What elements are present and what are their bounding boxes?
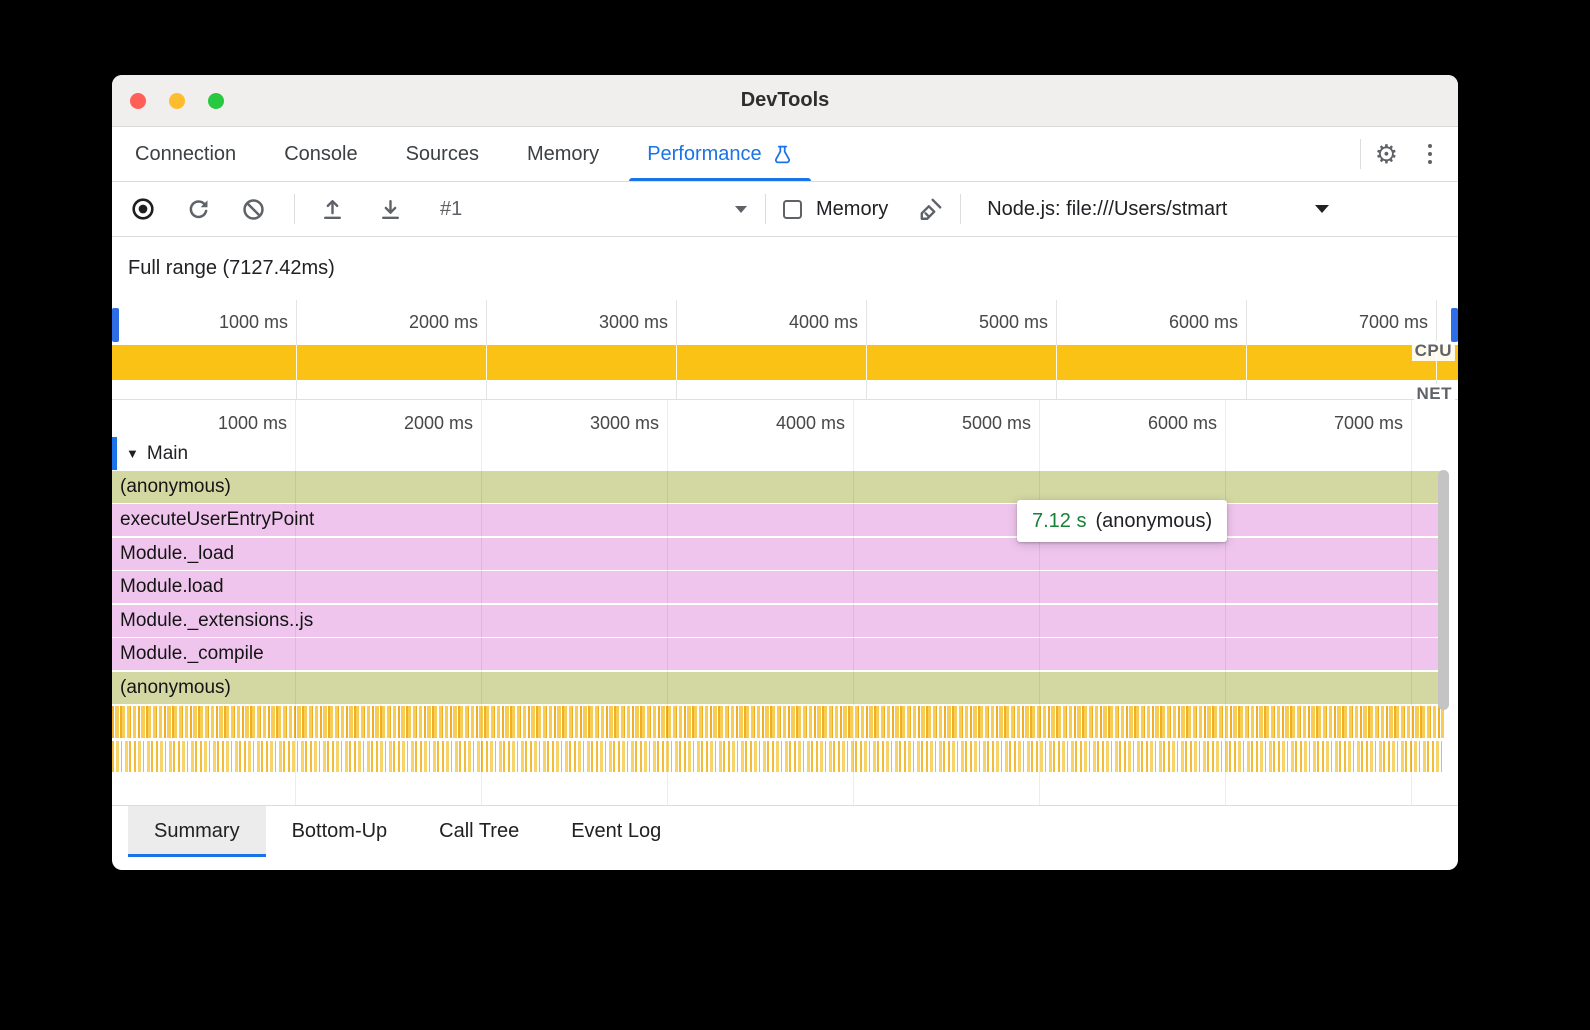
- maximize-button[interactable]: [208, 93, 224, 109]
- frame-label: executeUserEntryPoint: [120, 509, 314, 531]
- flame-tick-label: 3000 ms: [549, 408, 659, 438]
- memory-checkbox[interactable]: [783, 200, 802, 219]
- settings-gear-icon[interactable]: ⚙: [1361, 141, 1412, 167]
- overview-tick-label: 5000 ms: [938, 300, 1048, 345]
- tab-event-log[interactable]: Event Log: [545, 806, 687, 857]
- flame-tick-label: 7000 ms: [1293, 408, 1403, 438]
- save-profile-icon[interactable]: [377, 196, 403, 222]
- window-title: DevTools: [741, 89, 830, 112]
- frame-label: Module.load: [120, 576, 224, 598]
- flame-tick-label: 6000 ms: [1107, 408, 1217, 438]
- target-select[interactable]: Node.js: file:///Users/stmart: [987, 198, 1329, 221]
- vertical-scrollbar-thumb[interactable]: [1438, 470, 1449, 710]
- overview-tick-label: 6000 ms: [1128, 300, 1238, 345]
- garbage-collect-broom-icon[interactable]: [918, 196, 944, 222]
- detail-tab-bar: Summary Bottom-Up Call Tree Event Log: [112, 805, 1458, 857]
- reload-and-record-icon[interactable]: [185, 196, 211, 222]
- toolbar-divider: [765, 194, 766, 224]
- tab-performance[interactable]: Performance: [623, 127, 817, 181]
- flame-frame-row[interactable]: (anonymous): [112, 471, 1444, 504]
- tab-summary[interactable]: Summary: [128, 806, 266, 857]
- tooltip-label: (anonymous): [1095, 510, 1212, 533]
- overview-tick-label: 7000 ms: [1318, 300, 1428, 345]
- main-track-label: Main: [147, 443, 188, 465]
- experiment-flask-icon: [772, 144, 793, 165]
- traffic-lights: [130, 75, 224, 126]
- flame-tick-label: 2000 ms: [363, 408, 473, 438]
- flame-chart[interactable]: 1000 ms 2000 ms 3000 ms 4000 ms 5000 ms …: [112, 400, 1458, 805]
- overview-tick-label: 2000 ms: [368, 300, 478, 345]
- full-range-label: Full range (7127.42ms): [112, 237, 1458, 300]
- titlebar: DevTools: [112, 75, 1458, 127]
- tabbar-right-controls: ⚙: [1360, 127, 1458, 181]
- overview-gridline: [866, 300, 867, 399]
- net-strip-label: NET: [1414, 384, 1456, 404]
- flame-frame-row[interactable]: Module._compile: [112, 638, 1444, 671]
- frame-label: Module._load: [120, 543, 234, 565]
- overview-gridline: [676, 300, 677, 399]
- record-button[interactable]: [130, 196, 156, 222]
- overview-gridline: [296, 300, 297, 399]
- toolbar-divider: [294, 194, 295, 224]
- tab-bottom-up[interactable]: Bottom-Up: [266, 806, 414, 857]
- frame-label: (anonymous): [120, 677, 231, 699]
- flame-tick-label: 4000 ms: [735, 408, 845, 438]
- flame-tick-label: 1000 ms: [177, 408, 287, 438]
- range-handle-left[interactable]: [112, 308, 119, 342]
- tab-memory[interactable]: Memory: [503, 127, 623, 181]
- flame-frame-row[interactable]: Module.load: [112, 571, 1444, 604]
- chevron-down-icon: [735, 206, 747, 213]
- frame-label: Module._extensions..js: [120, 610, 313, 632]
- flame-minor-frames-band[interactable]: [112, 706, 1444, 738]
- clear-block-icon[interactable]: [240, 196, 266, 222]
- overview-gridline: [486, 300, 487, 399]
- timeline-overview[interactable]: 1000 ms 2000 ms 3000 ms 4000 ms 5000 ms …: [112, 300, 1458, 400]
- flame-minor-frames-band[interactable]: [112, 741, 1444, 772]
- main-tab-bar: Connection Console Sources Memory Perfor…: [112, 127, 1458, 182]
- tab-call-tree[interactable]: Call Tree: [413, 806, 545, 857]
- frame-label: (anonymous): [120, 476, 231, 498]
- range-handle-right[interactable]: [1451, 308, 1458, 342]
- devtools-window: DevTools Connection Console Sources Memo…: [112, 75, 1458, 870]
- flame-frame-row[interactable]: executeUserEntryPoint: [112, 504, 1444, 537]
- memory-checkbox-label[interactable]: Memory: [816, 198, 888, 221]
- tab-console[interactable]: Console: [260, 127, 381, 181]
- profile-select[interactable]: #1: [427, 198, 757, 221]
- overview-tick-label: 1000 ms: [178, 300, 288, 345]
- minimize-button[interactable]: [169, 93, 185, 109]
- tooltip-duration: 7.12 s: [1032, 510, 1086, 533]
- flame-frame-row[interactable]: Module._extensions..js: [112, 605, 1444, 638]
- cpu-strip-label: CPU: [1412, 341, 1455, 361]
- tab-connection[interactable]: Connection: [112, 127, 260, 181]
- target-select-value: Node.js: file:///Users/stmart: [987, 198, 1227, 221]
- chevron-down-icon: [1315, 205, 1329, 213]
- main-track-header[interactable]: ▼ Main: [112, 437, 188, 470]
- overview-tick-label: 3000 ms: [558, 300, 668, 345]
- frame-tooltip: 7.12 s (anonymous): [1017, 500, 1227, 542]
- profile-select-value: #1: [440, 198, 462, 221]
- main-track-accent: [112, 437, 117, 470]
- toolbar-divider: [960, 194, 961, 224]
- flame-tick-label: 5000 ms: [921, 408, 1031, 438]
- load-profile-icon[interactable]: [319, 196, 345, 222]
- overview-tick-label: 4000 ms: [748, 300, 858, 345]
- tab-performance-label: Performance: [647, 143, 762, 166]
- close-button[interactable]: [130, 93, 146, 109]
- flame-frame-row[interactable]: Module._load: [112, 538, 1444, 571]
- collapse-triangle-icon: ▼: [126, 446, 139, 461]
- performance-toolbar: #1 Memory Node.js: file:///Users/stmart: [112, 182, 1458, 237]
- overview-gridline: [1246, 300, 1247, 399]
- more-options-kebab-icon[interactable]: [1412, 144, 1448, 164]
- flame-frame-row[interactable]: (anonymous): [112, 672, 1444, 705]
- tab-sources[interactable]: Sources: [382, 127, 503, 181]
- overview-gridline: [1056, 300, 1057, 399]
- frame-label: Module._compile: [120, 643, 264, 665]
- cpu-activity-band[interactable]: [112, 345, 1458, 380]
